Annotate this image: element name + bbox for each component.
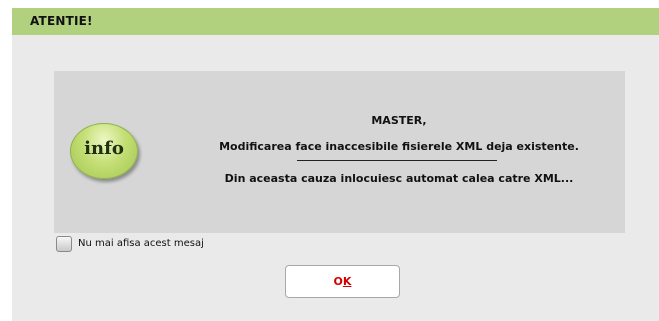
message-action: Din aceasta cauza inlocuiesc automat cal… [224,172,574,185]
info-icon-label: info [84,138,124,159]
info-icon: info [70,123,138,179]
dont-show-again-label[interactable]: Nu mai afisa acest mesaj [78,238,204,249]
dont-show-again-checkbox[interactable] [56,236,72,252]
ok-button[interactable]: OK [285,265,400,298]
message-recipient: MASTER, [371,114,427,127]
message-separator [297,160,497,161]
dialog-title-bar: ATENTIE! [12,8,659,35]
alert-dialog: ATENTIE! info MASTER, Modificarea face i… [12,8,659,321]
dialog-title: ATENTIE! [30,14,93,28]
message-panel: info MASTER, Modificarea face inaccesibi… [54,71,625,233]
dont-show-again-option[interactable]: Nu mai afisa acest mesaj [56,236,316,254]
ok-button-label: OK [333,275,352,288]
message-warning: Modificarea face inaccesibile fisierele … [219,140,579,153]
